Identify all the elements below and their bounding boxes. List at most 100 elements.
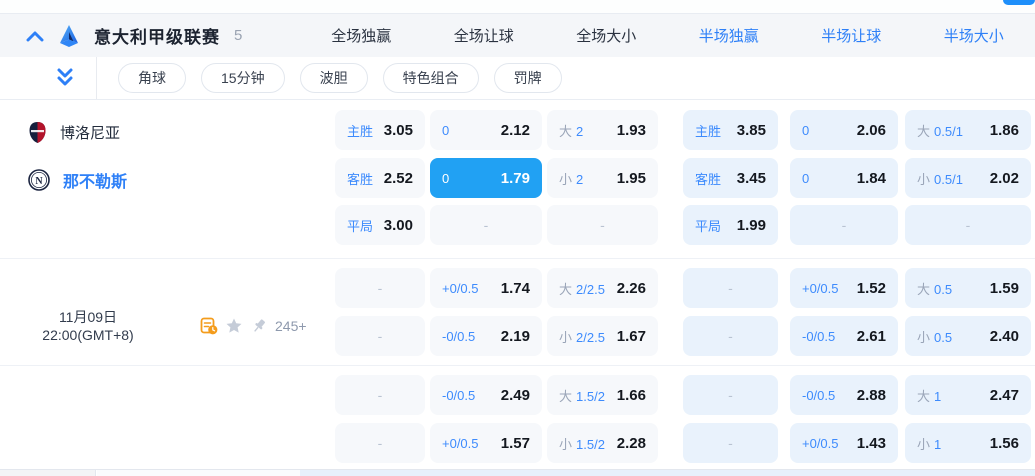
serie-a-logo-icon [58, 24, 80, 48]
odds-label: 大 0.5 [917, 279, 952, 298]
odds-cell-empty: - [905, 205, 1031, 245]
odds-cell[interactable]: 平局 3.00 [335, 205, 425, 245]
odds-label: 客胜 [695, 169, 721, 188]
odds-cell-empty: - [683, 423, 778, 463]
odds-cell[interactable]: 客胜 2.52 [335, 158, 425, 198]
double-chevron-down-icon[interactable] [55, 67, 75, 89]
odds-cell[interactable]: +0/0.5 1.52 [790, 268, 898, 308]
tab-ht-over-under[interactable]: 半场大小 [913, 25, 1035, 46]
stats-sheet-icon[interactable] [200, 317, 218, 335]
pill-cards[interactable]: 罚牌 [493, 63, 562, 93]
scroll-indicator [1003, 0, 1035, 5]
odds-value: 1.52 [856, 279, 886, 297]
odds-cell[interactable]: 小 1 1.56 [905, 423, 1031, 463]
odds-cell[interactable]: 小 0.5/1 2.02 [905, 158, 1031, 198]
odds-value: 3.85 [736, 121, 766, 139]
odds-label: 小1 [917, 434, 941, 453]
odds-cell[interactable]: 主胜 3.05 [335, 110, 425, 150]
pill-correct-score[interactable]: 波胆 [299, 63, 368, 93]
odds-cell[interactable]: 大 0.5/1 1.86 [905, 110, 1031, 150]
odds-cell-empty: - [683, 375, 778, 415]
odds-cell[interactable]: +0/0.5 1.43 [790, 423, 898, 463]
line-label: +0/0.5 [442, 280, 479, 296]
line-label: 0 [802, 170, 810, 186]
odds-cell[interactable]: -0/0.5 2.49 [430, 375, 542, 415]
odds-value: 2.12 [500, 121, 530, 139]
odds-cell-empty: - [335, 375, 425, 415]
match-datetime: 11月09日 22:00(GMT+8) [8, 308, 168, 344]
ou-side-label: 小 [559, 329, 573, 345]
odds-label: 小 1.5/2 [559, 434, 605, 453]
odds-cell[interactable]: 0 2.06 [790, 110, 898, 150]
more-markets-link[interactable]: 245+ [275, 318, 307, 334]
odds-cell[interactable]: 小 2/2.5 1.67 [547, 316, 658, 356]
odds-label: 小 2/2.5 [559, 327, 605, 346]
odds-cell[interactable]: 0 1.79 [430, 158, 542, 198]
odds-label: 大 2/2.5 [559, 279, 605, 298]
odds-cell[interactable]: 平局 1.99 [683, 205, 778, 245]
odds-cell[interactable]: 大 2/2.5 2.26 [547, 268, 658, 308]
tab-ht-1x2[interactable]: 半场独赢 [668, 25, 791, 46]
odds-cell[interactable]: 0 2.12 [430, 110, 542, 150]
pill-special-combos[interactable]: 特色组合 [382, 63, 479, 93]
tab-ft-handicap[interactable]: 全场让球 [423, 25, 546, 46]
match-date: 11月09日 [58, 309, 118, 325]
collapse-chevron-up-icon[interactable] [26, 30, 44, 42]
away-team-name[interactable]: 那不勒斯 [63, 168, 127, 192]
line-label: +0/0.5 [442, 435, 479, 451]
odds-cell[interactable]: 大 1 2.47 [905, 375, 1031, 415]
tab-ft-over-under[interactable]: 全场大小 [545, 25, 668, 46]
odds-cell[interactable]: +0/0.5 1.74 [430, 268, 542, 308]
line-label: 0.5/1 [934, 123, 963, 139]
odds-value: 1.86 [989, 121, 1019, 139]
odds-cell[interactable]: 大 2 1.93 [547, 110, 658, 150]
odds-cell-empty: - [335, 316, 425, 356]
odds-cell[interactable]: 客胜 3.45 [683, 158, 778, 198]
away-team-logo-icon: N [28, 169, 50, 191]
line-label: 平局 [695, 218, 722, 234]
next-section-left-cell [0, 470, 96, 476]
pill-15min[interactable]: 15分钟 [201, 63, 285, 93]
tab-ft-1x2[interactable]: 全场独赢 [300, 25, 423, 46]
away-team-row[interactable]: N 那不勒斯 [28, 168, 127, 192]
market-tabs: 全场独赢 全场让球 全场大小 半场独赢 半场让球 半场大小 [300, 25, 1035, 46]
odds-label: 大1 [917, 386, 941, 405]
odds-cell[interactable]: 主胜 3.85 [683, 110, 778, 150]
odds-cell[interactable]: -0/0.5 2.61 [790, 316, 898, 356]
top-strip [0, 0, 1035, 14]
tab-ht-handicap[interactable]: 半场让球 [790, 25, 913, 46]
odds-label: 主胜 [695, 121, 721, 140]
ou-side-label: 小 [559, 436, 573, 452]
odds-cell[interactable]: -0/0.5 2.19 [430, 316, 542, 356]
ou-side-label: 小 [559, 171, 573, 187]
home-team-name[interactable]: 博洛尼亚 [60, 122, 120, 143]
odds-label: 客胜 [347, 169, 373, 188]
line-label: 0.5 [934, 329, 953, 345]
odds-label: -0/0.5 [802, 388, 835, 403]
odds-cell[interactable]: 大 1.5/2 1.66 [547, 375, 658, 415]
line-label: 主胜 [695, 123, 722, 139]
pin-icon[interactable] [250, 317, 268, 335]
odds-label: 小 0.5/1 [917, 169, 963, 188]
home-team-row[interactable]: 博洛尼亚 [28, 120, 120, 144]
odds-value: 1.74 [500, 279, 530, 297]
line-label: 1 [934, 388, 942, 404]
line-label: 2 [576, 171, 584, 187]
odds-cell[interactable]: +0/0.5 1.57 [430, 423, 542, 463]
favorite-star-icon[interactable] [225, 317, 243, 335]
odds-cell[interactable]: -0/0.5 2.88 [790, 375, 898, 415]
odds-cell[interactable]: 小 2 1.95 [547, 158, 658, 198]
odds-label: -0/0.5 [442, 329, 475, 344]
odds-label: 平局 [695, 216, 721, 235]
odds-label: 小 0.5 [917, 327, 952, 346]
odds-cell[interactable]: 大 0.5 1.59 [905, 268, 1031, 308]
pill-corners[interactable]: 角球 [118, 63, 186, 93]
odds-cell[interactable]: 0 1.84 [790, 158, 898, 198]
home-team-logo-icon [28, 121, 47, 144]
odds-cell[interactable]: 小 0.5 2.40 [905, 316, 1031, 356]
odds-value: 2.40 [989, 327, 1019, 345]
line-label: 0 [802, 122, 810, 138]
divider [96, 57, 97, 99]
odds-cell[interactable]: 小 1.5/2 2.28 [547, 423, 658, 463]
odds-label: -0/0.5 [802, 329, 835, 344]
